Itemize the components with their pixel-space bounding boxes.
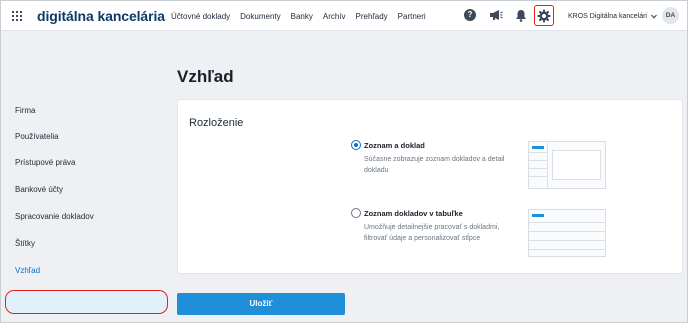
megaphone-icon[interactable] [489,9,503,21]
option-description-table: Umožňuje detailnejšie pracovať s dokladm… [364,224,500,242]
gear-icon[interactable] [537,9,551,23]
sidebar-item-vzhlad[interactable]: Vzhľad [15,266,40,275]
nav-item-archiv[interactable]: Archív [323,12,346,21]
main-nav: Účtovné doklady Dokumenty Banky Archív P… [171,12,436,21]
company-selector[interactable]: KROS Digitálna kancelári [568,13,657,20]
nav-item-prehlady[interactable]: Prehľady [356,12,388,21]
top-bar: digitálna kancelária Účtovné doklady Dok… [1,1,687,31]
sidebar-item-spracovanie-dokladov[interactable]: Spracovanie dokladov [15,212,94,221]
section-title: Rozloženie [189,117,244,129]
nav-item-uctovne-doklady[interactable]: Účtovné doklady [171,12,230,21]
preview-list-and-detail [528,141,606,189]
sidebar-item-pouzivatelia[interactable]: Používatelia [15,132,59,141]
company-name: KROS Digitálna kancelári [568,13,647,20]
sidebar-active-highlight [5,290,168,314]
settings-sidebar: Firma Používatelia Prístupové práva Bank… [1,32,169,322]
save-button[interactable]: Uložiť [177,293,345,315]
option-label-list-and-detail[interactable]: Zoznam a doklad [364,141,425,150]
help-icon[interactable]: ? [464,9,476,21]
bell-icon[interactable] [515,9,527,22]
nav-item-banky[interactable]: Banky [291,12,313,21]
option-description-list-and-detail: Súčasne zobrazuje zoznam dokladov a deta… [364,156,505,174]
sidebar-item-bankove-ucty[interactable]: Bankové účty [15,185,63,194]
option-label-table[interactable]: Zoznam dokladov v tabuľke [364,209,463,218]
layout-radio-table[interactable] [351,208,361,218]
sidebar-item-stitky[interactable]: Štítky [15,239,35,248]
avatar[interactable]: DA [662,7,679,24]
apps-grid-icon[interactable] [12,11,22,21]
layout-radio-list-and-detail[interactable] [351,140,361,150]
sidebar-item-firma[interactable]: Firma [15,106,35,115]
nav-item-partneri[interactable]: Partneri [398,12,426,21]
brand-logo[interactable]: digitálna kancelária [37,8,165,24]
sidebar-item-pristupove-prava[interactable]: Prístupové práva [15,158,75,167]
nav-item-dokumenty[interactable]: Dokumenty [240,12,280,21]
page-title: Vzhľad [177,67,234,86]
layout-settings-card: Rozloženie Zoznam a doklad Súčasne zobra… [177,99,683,274]
preview-table [528,209,606,257]
chevron-down-icon [651,14,657,19]
